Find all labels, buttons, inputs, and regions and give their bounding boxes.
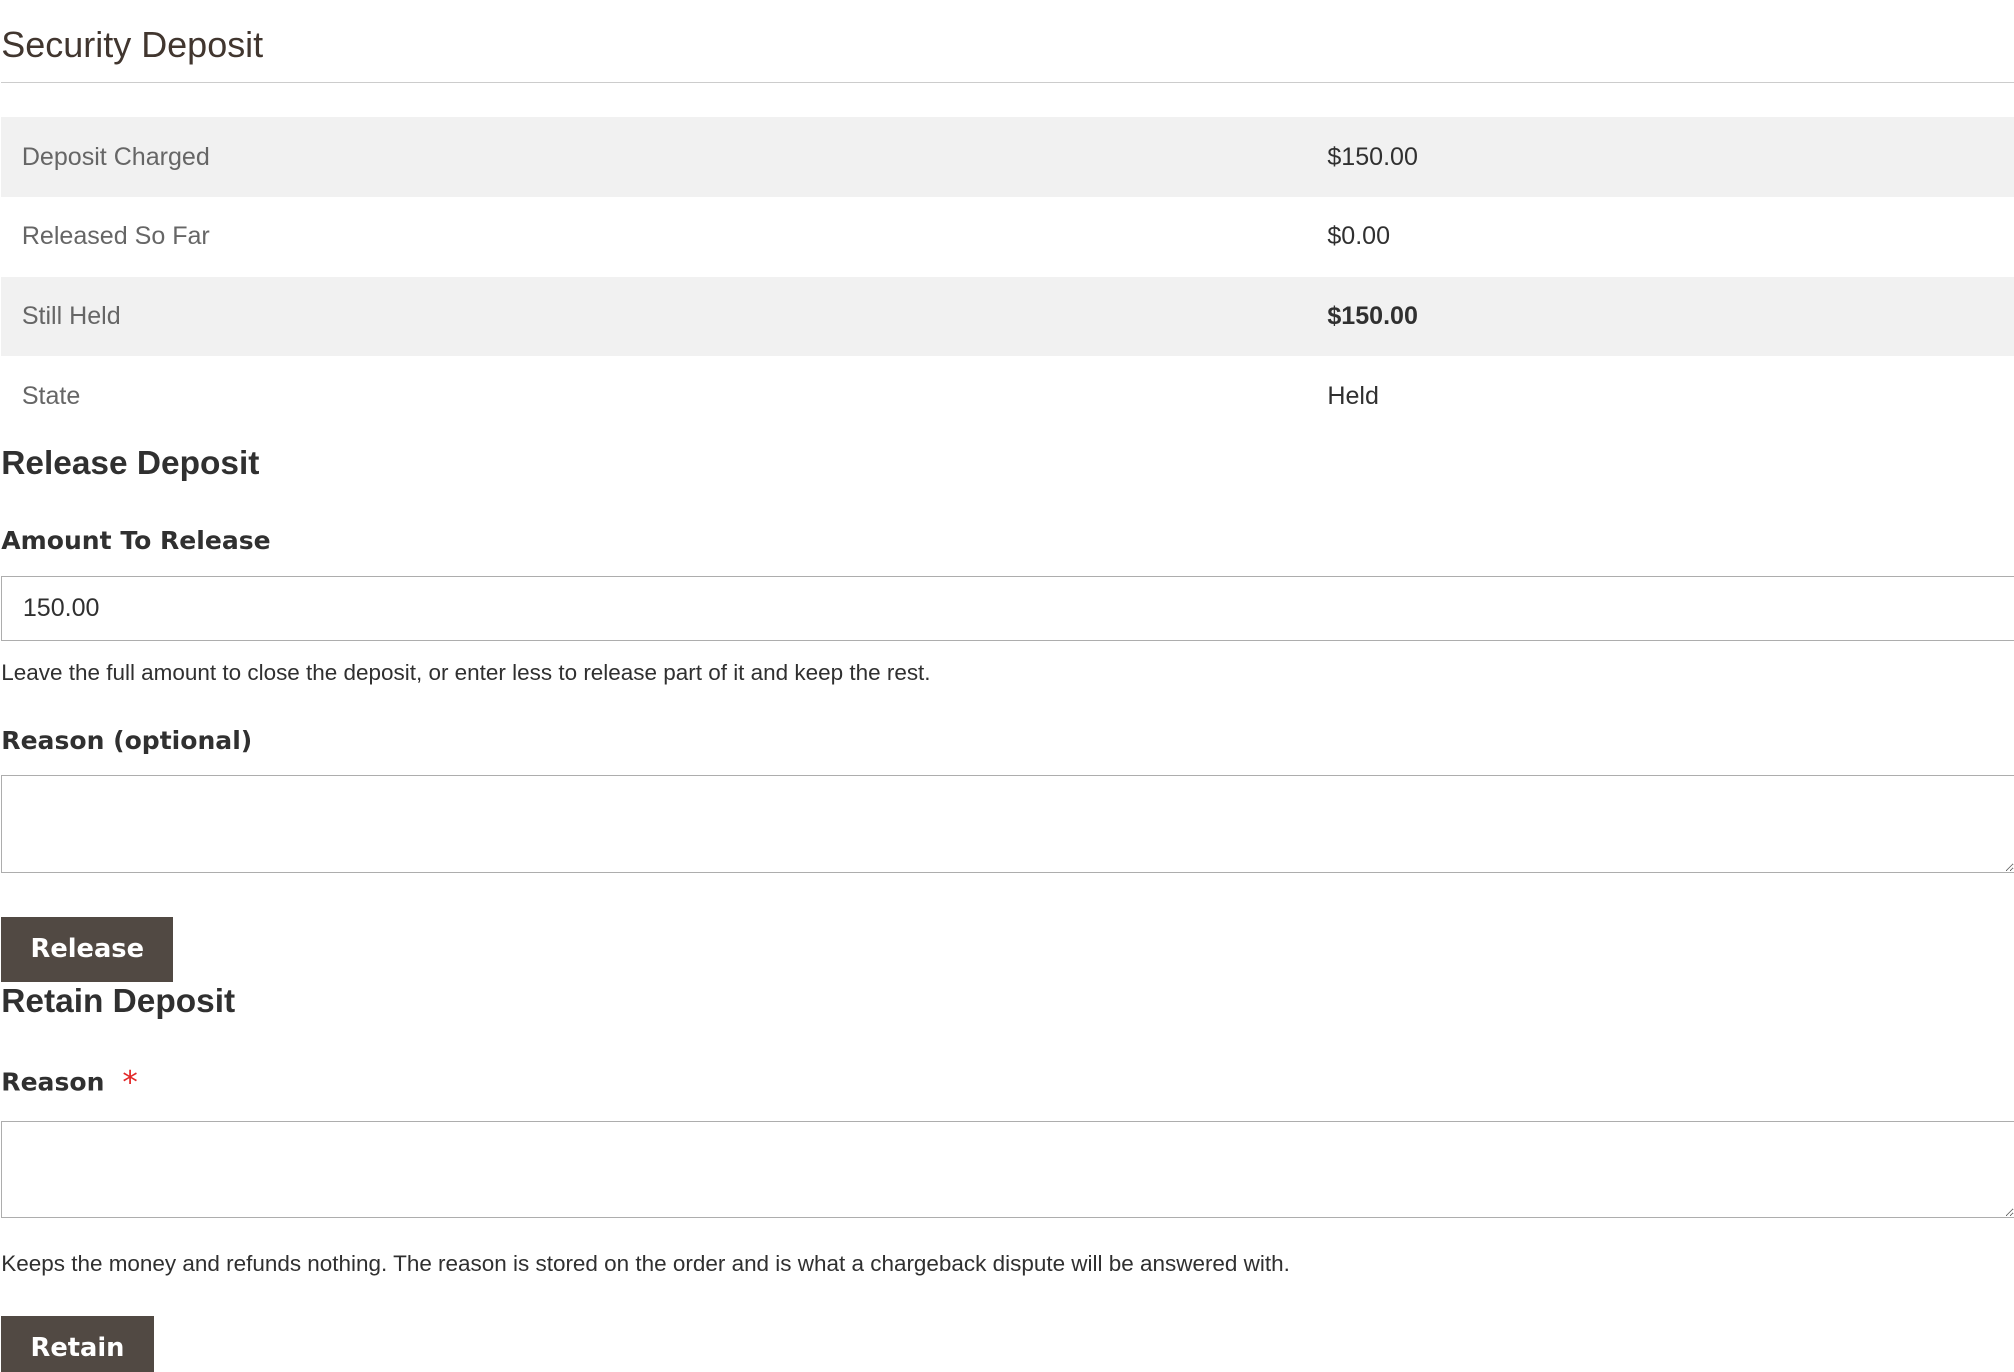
table-row: Still Held $150.00 xyxy=(1,276,2014,357)
release-reason-textarea[interactable] xyxy=(1,775,2014,873)
still-held-value: $150.00 xyxy=(1306,276,2014,357)
amount-to-release-label: Amount To Release xyxy=(1,526,271,556)
page-title: Security Deposit xyxy=(1,0,2014,83)
retain-note: Keeps the money and refunds nothing. The… xyxy=(1,1250,1290,1276)
required-marker: * xyxy=(122,1064,138,1101)
deposit-charged-value: $150.00 xyxy=(1306,117,2014,198)
deposit-charged-label: Deposit Charged xyxy=(1,117,1307,198)
table-row: Deposit Charged $150.00 xyxy=(1,117,2014,198)
release-reason-label: Reason (optional) xyxy=(1,725,253,755)
still-held-label: Still Held xyxy=(1,276,1307,357)
amount-to-release-input[interactable] xyxy=(1,575,2014,642)
retain-reason-textarea[interactable] xyxy=(1,1120,2014,1219)
released-so-far-label: Released So Far xyxy=(21,222,210,251)
state-value: Held xyxy=(1327,381,1379,410)
table-row: Released So Far $0.00 xyxy=(1,197,2014,277)
deposit-panel: Security Deposit Deposit Charged $150.00… xyxy=(0,0,2014,1372)
table-row: State Held xyxy=(1,356,2014,436)
release-button[interactable]: Release xyxy=(1,916,174,983)
retain-deposit-heading: Retain Deposit xyxy=(1,983,236,1021)
released-so-far-value: $0.00 xyxy=(1327,222,1391,251)
deposit-summary-table: Deposit Charged $150.00 Released So Far … xyxy=(1,117,2014,436)
amount-to-release-note: Leave the full amount to close the depos… xyxy=(1,660,931,686)
page: Security Deposit Deposit Charged $150.00… xyxy=(0,0,2014,1372)
release-deposit-heading: Release Deposit xyxy=(1,444,260,482)
state-label: State xyxy=(21,381,81,410)
retain-button[interactable]: Retain xyxy=(1,1316,154,1372)
retain-reason-label-text: Reason xyxy=(1,1066,105,1096)
retain-reason-label: Reason * xyxy=(1,1065,2014,1102)
